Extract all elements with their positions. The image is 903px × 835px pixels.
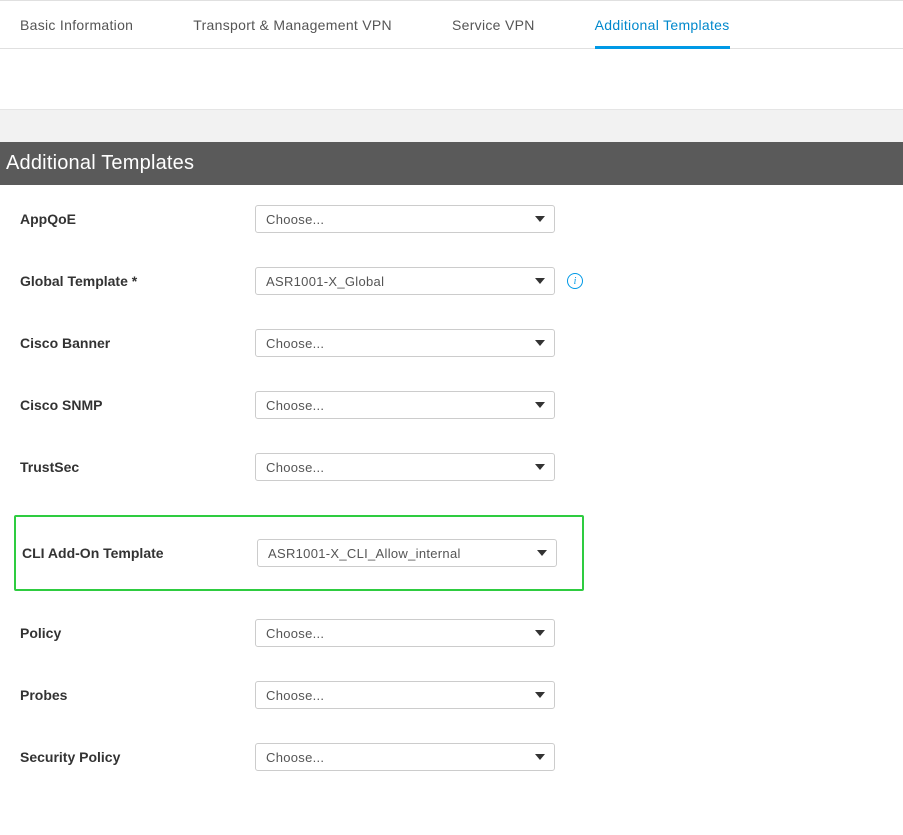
spacer (0, 49, 903, 109)
tab-service-vpn[interactable]: Service VPN (452, 0, 535, 49)
label-cisco-snmp: Cisco SNMP (20, 397, 255, 413)
form-area: AppQoE Choose... Global Template * ASR10… (0, 185, 903, 835)
gap-band (0, 109, 903, 142)
label-probes: Probes (20, 687, 255, 703)
select-trustsec-value[interactable]: Choose... (255, 453, 555, 481)
row-policy: Policy Choose... (20, 619, 883, 647)
row-cisco-snmp: Cisco SNMP Choose... (20, 391, 883, 419)
select-global-template[interactable]: ASR1001-X_Global (255, 267, 555, 295)
label-global-template: Global Template * (20, 273, 255, 289)
select-appqoe-value[interactable]: Choose... (255, 205, 555, 233)
select-probes[interactable]: Choose... (255, 681, 555, 709)
tab-basic-information[interactable]: Basic Information (20, 0, 133, 49)
label-cli-addon: CLI Add-On Template (22, 545, 257, 561)
select-probes-value[interactable]: Choose... (255, 681, 555, 709)
section-header: Additional Templates (0, 142, 903, 185)
select-security-policy[interactable]: Choose... (255, 743, 555, 771)
tab-transport-management-vpn[interactable]: Transport & Management VPN (193, 0, 392, 49)
row-security-policy: Security Policy Choose... (20, 743, 883, 771)
row-trustsec: TrustSec Choose... (20, 453, 883, 481)
select-policy-value[interactable]: Choose... (255, 619, 555, 647)
select-policy[interactable]: Choose... (255, 619, 555, 647)
select-cisco-snmp[interactable]: Choose... (255, 391, 555, 419)
select-cli-addon-value[interactable]: ASR1001-X_CLI_Allow_internal (257, 539, 557, 567)
label-security-policy: Security Policy (20, 749, 255, 765)
select-trustsec[interactable]: Choose... (255, 453, 555, 481)
label-appqoe: AppQoE (20, 211, 255, 227)
select-security-policy-value[interactable]: Choose... (255, 743, 555, 771)
highlight-cli-addon: CLI Add-On Template ASR1001-X_CLI_Allow_… (14, 515, 584, 591)
row-cisco-banner: Cisco Banner Choose... (20, 329, 883, 357)
label-cisco-banner: Cisco Banner (20, 335, 255, 351)
select-cli-addon[interactable]: ASR1001-X_CLI_Allow_internal (257, 539, 557, 567)
select-cisco-snmp-value[interactable]: Choose... (255, 391, 555, 419)
select-cisco-banner[interactable]: Choose... (255, 329, 555, 357)
row-global-template: Global Template * ASR1001-X_Global i (20, 267, 883, 295)
tab-additional-templates[interactable]: Additional Templates (595, 0, 730, 49)
select-cisco-banner-value[interactable]: Choose... (255, 329, 555, 357)
info-icon[interactable]: i (567, 273, 583, 289)
label-trustsec: TrustSec (20, 459, 255, 475)
label-policy: Policy (20, 625, 255, 641)
row-cli-addon: CLI Add-On Template ASR1001-X_CLI_Allow_… (22, 539, 570, 567)
tab-bar: Basic Information Transport & Management… (0, 0, 903, 49)
row-appqoe: AppQoE Choose... (20, 205, 883, 233)
select-global-template-value[interactable]: ASR1001-X_Global (255, 267, 555, 295)
row-probes: Probes Choose... (20, 681, 883, 709)
select-appqoe[interactable]: Choose... (255, 205, 555, 233)
